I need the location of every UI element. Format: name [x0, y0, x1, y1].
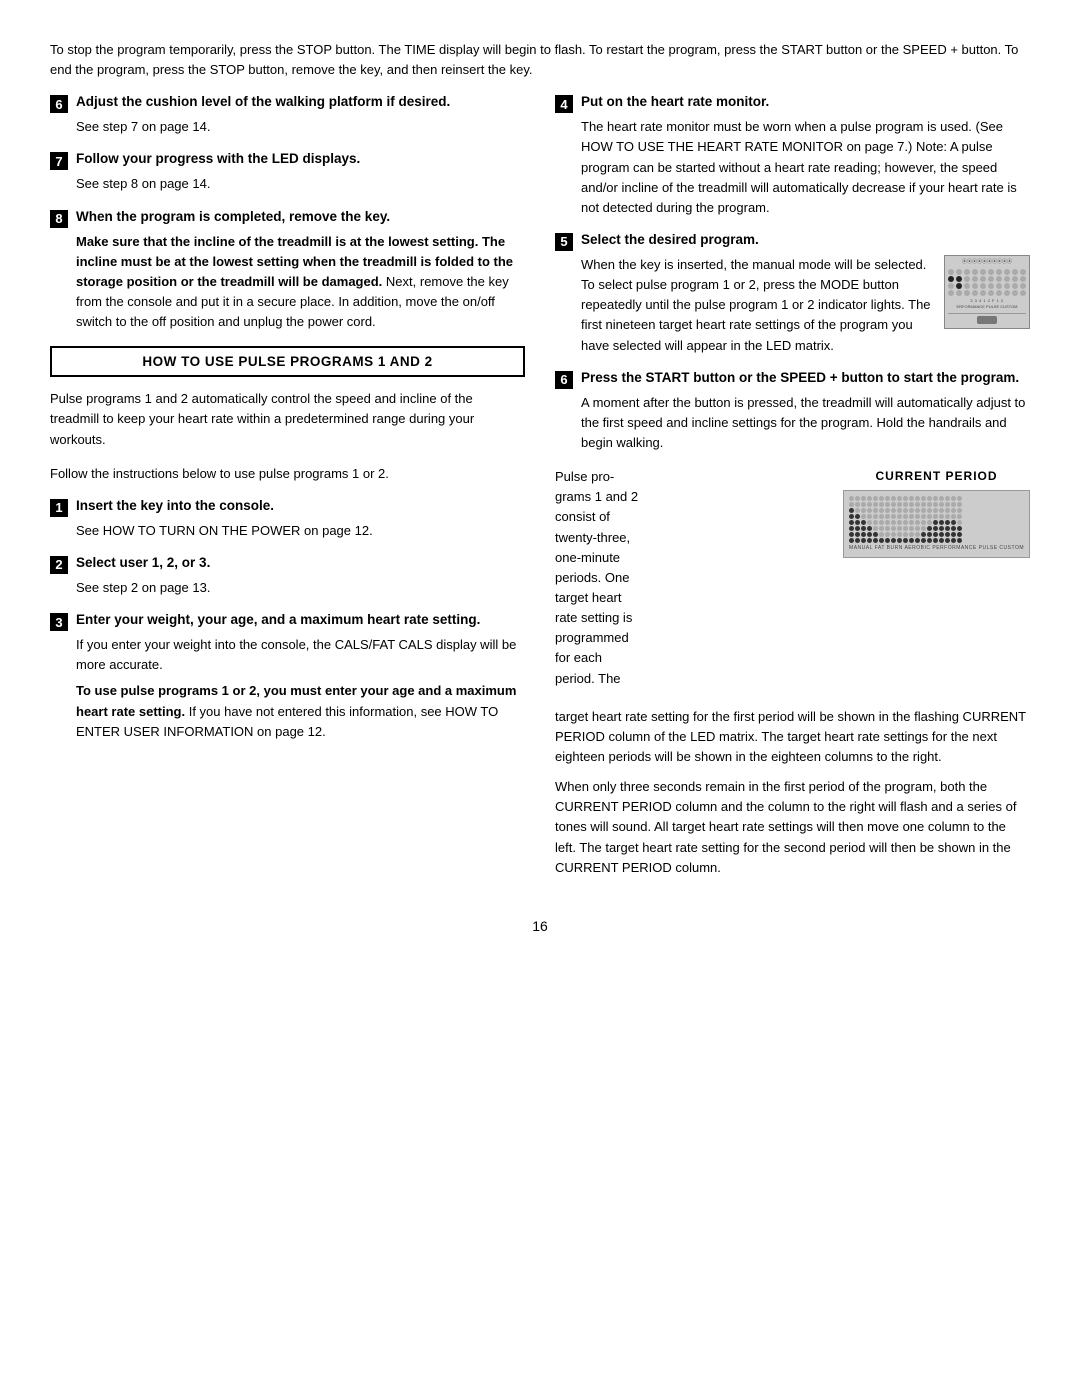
step-7-block: 7 Follow your progress with the LED disp… — [50, 151, 525, 194]
step-5-led-display: ⦿⦿⦿⦿⦿⦿⦿⦿⦿⦿ — [944, 255, 1030, 330]
step-6-title: Adjust the cushion level of the walking … — [76, 94, 450, 109]
right-step-4-block: 4 Put on the heart rate monitor. The hea… — [555, 94, 1030, 218]
pulse-step-1-body: See HOW TO TURN ON THE POWER on page 12. — [76, 521, 525, 541]
left-column: 6 Adjust the cushion level of the walkin… — [50, 94, 525, 888]
pulse-step-3-block: 3 Enter your weight, your age, and a max… — [50, 612, 525, 742]
pulse-step-2-block: 2 Select user 1, 2, or 3. See step 2 on … — [50, 555, 525, 598]
step-6-body: See step 7 on page 14. — [76, 117, 525, 137]
step-8-body: Make sure that the incline of the treadm… — [76, 232, 525, 333]
right-step-4-title: Put on the heart rate monitor. — [581, 94, 769, 109]
pulse-intro-1: Pulse programs 1 and 2 automatically con… — [50, 389, 525, 449]
right-step-4-number: 4 — [555, 95, 573, 113]
step-8-number: 8 — [50, 210, 68, 228]
pulse-programs-section-header: HOW TO USE PULSE PROGRAMS 1 AND 2 — [50, 346, 525, 377]
pulse-para3: When only three seconds remain in the fi… — [555, 777, 1030, 878]
pulse-step-3-number: 3 — [50, 613, 68, 631]
pulse-description-block: Pulse pro- grams 1 and 2 consist of twen… — [555, 467, 1030, 695]
pulse-step-2-body: See step 2 on page 13. — [76, 578, 525, 598]
pulse-para2: target heart rate setting for the first … — [555, 707, 1030, 767]
pulse-para1: Pulse pro- grams 1 and 2 consist of twen… — [555, 467, 833, 689]
pulse-step-3-body1: If you enter your weight into the consol… — [76, 635, 525, 675]
right-step-6-number: 6 — [555, 371, 573, 389]
step-7-body: See step 8 on page 14. — [76, 174, 525, 194]
right-step-5-block: 5 Select the desired program. When the k… — [555, 232, 1030, 356]
step-8-title: When the program is completed, remove th… — [76, 209, 390, 224]
step-6-block: 6 Adjust the cushion level of the walkin… — [50, 94, 525, 137]
right-step-6-title: Press the START button or the SPEED + bu… — [581, 370, 1019, 385]
pulse-step-1-number: 1 — [50, 499, 68, 517]
page-number: 16 — [50, 918, 1030, 934]
step-7-number: 7 — [50, 152, 68, 170]
step-6-number: 6 — [50, 95, 68, 113]
intro-paragraph: To stop the program temporarily, press t… — [50, 40, 1030, 80]
right-step-5-title: Select the desired program. — [581, 232, 759, 247]
right-step-5-number: 5 — [555, 233, 573, 251]
right-step-5-body: When the key is inserted, the manual mod… — [581, 255, 1030, 356]
right-step-4-body: The heart rate monitor must be worn when… — [581, 117, 1030, 218]
pulse-programs-title: HOW TO USE PULSE PROGRAMS 1 AND 2 — [62, 354, 513, 369]
current-period-label: CURRENT PERIOD — [843, 467, 1030, 486]
pulse-text-left: Pulse pro- grams 1 and 2 consist of twen… — [555, 467, 833, 695]
pulse-step-1-block: 1 Insert the key into the console. See H… — [50, 498, 525, 541]
step-8-block: 8 When the program is completed, remove … — [50, 209, 525, 333]
pulse-step-3-body: If you enter your weight into the consol… — [76, 635, 525, 742]
pulse-step-3-title: Enter your weight, your age, and a maxim… — [76, 612, 480, 627]
right-step-6-body: A moment after the button is pressed, th… — [581, 393, 1030, 453]
pulse-intro-2: Follow the instructions below to use pul… — [50, 464, 525, 484]
right-column: 4 Put on the heart rate monitor. The hea… — [555, 94, 1030, 888]
pulse-step-1-title: Insert the key into the console. — [76, 498, 274, 513]
pulse-step-2-title: Select user 1, 2, or 3. — [76, 555, 210, 570]
pulse-step-2-number: 2 — [50, 556, 68, 574]
right-step-6-block: 6 Press the START button or the SPEED + … — [555, 370, 1030, 453]
step-7-title: Follow your progress with the LED displa… — [76, 151, 360, 166]
current-period-display: CURRENT PERIOD // Generate LED matrix ro… — [843, 467, 1030, 558]
big-led-matrix: // Generate LED matrix rows const patter… — [843, 490, 1030, 559]
